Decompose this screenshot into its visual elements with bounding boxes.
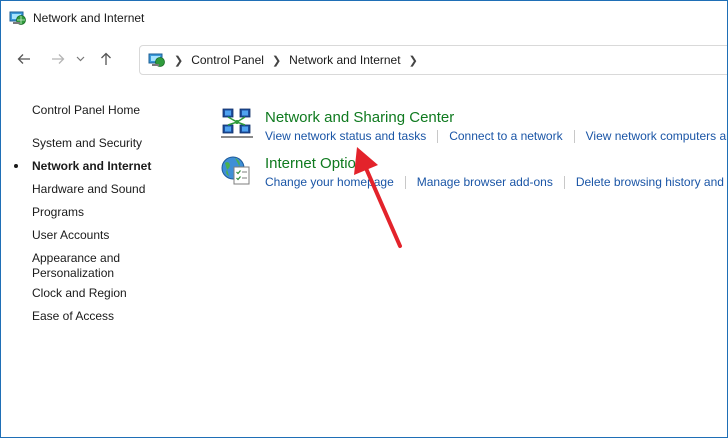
window-title: Network and Internet [33,11,145,25]
sidebar: Control Panel Home System and Security N… [1,83,201,437]
breadcrumb-chevron-icon[interactable]: ❯ [409,54,418,67]
internet-options-tasks: Change your homepage Manage browser add-… [265,175,727,189]
task-divider [404,175,406,189]
network-sharing-icon[interactable] [220,107,254,139]
delete-browsing-history-link[interactable]: Delete browsing history and cookies [576,175,727,189]
main-content: Network and Sharing Center View network … [201,83,727,437]
sidebar-item-clock-region[interactable]: Clock and Region [32,286,172,301]
sidebar-item-ease-of-access[interactable]: Ease of Access [32,309,172,324]
sidebar-item-system-security[interactable]: System and Security [32,136,172,151]
control-panel-window: Network and Internet ❯ Control Panel ❯ N… [0,0,728,438]
breadcrumb-control-panel[interactable]: Control Panel [191,53,264,67]
task-divider [573,129,575,143]
active-bullet [14,164,18,168]
sidebar-item-appearance[interactable]: Appearance and Personalization [32,251,172,281]
task-divider [437,129,439,143]
up-arrow-icon[interactable] [95,48,117,70]
breadcrumb-chevron-icon[interactable]: ❯ [174,54,183,67]
connect-to-network-link[interactable]: Connect to a network [449,129,562,143]
network-sharing-tasks: View network status and tasks Connect to… [265,129,727,143]
chevron-down-icon[interactable] [73,48,87,70]
address-bar[interactable]: ❯ Control Panel ❯ Network and Internet ❯ [139,45,727,75]
view-network-computers-link[interactable]: View network computers and devices [586,129,727,143]
sidebar-item-hardware-sound[interactable]: Hardware and Sound [32,182,172,197]
sidebar-item-user-accounts[interactable]: User Accounts [32,228,172,243]
forward-arrow-icon[interactable] [47,48,69,70]
breadcrumb-network-internet[interactable]: Network and Internet [289,53,400,67]
navigation-bar: ❯ Control Panel ❯ Network and Internet ❯ [1,35,727,83]
sidebar-item-control-panel-home[interactable]: Control Panel Home [32,103,172,118]
title-bar: Network and Internet [1,1,727,35]
control-panel-icon [148,53,165,67]
back-arrow-icon[interactable] [13,48,35,70]
view-network-status-link[interactable]: View network status and tasks [265,129,426,143]
sidebar-item-programs[interactable]: Programs [32,205,172,220]
task-divider [563,175,565,189]
sidebar-item-network-internet[interactable]: Network and Internet [32,159,172,174]
change-homepage-link[interactable]: Change your homepage [265,175,394,189]
network-sharing-center-title[interactable]: Network and Sharing Center [265,109,454,126]
internet-options-title[interactable]: Internet Options [265,155,372,172]
breadcrumb-chevron-icon[interactable]: ❯ [272,54,281,67]
internet-options-icon[interactable] [220,154,254,186]
manage-addons-link[interactable]: Manage browser add-ons [417,175,553,189]
network-internet-icon [9,11,26,25]
